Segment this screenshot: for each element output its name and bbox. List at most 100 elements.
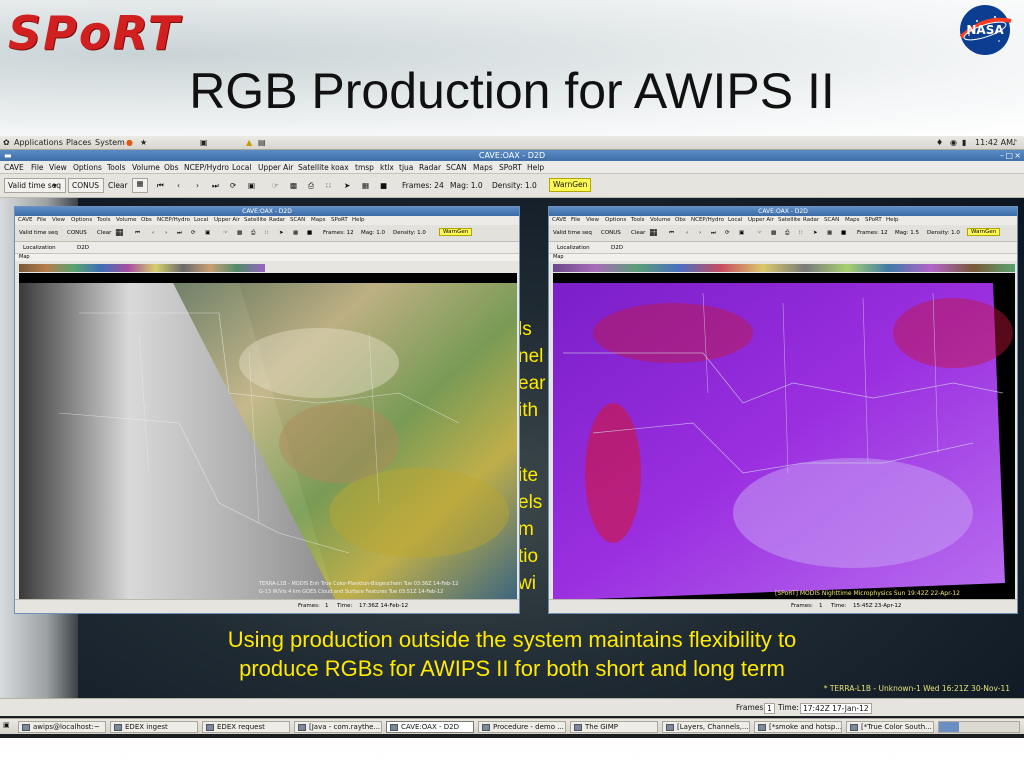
density-dropdown[interactable]: Density: 1.0	[927, 230, 960, 236]
menu-file[interactable]: File	[37, 217, 46, 223]
points-icon[interactable]: ∷	[326, 181, 331, 190]
menu-satellite[interactable]: Satellite	[244, 217, 267, 223]
taskbar-item[interactable]: EDEX ingest	[110, 721, 198, 733]
menu-obs[interactable]: Obs	[164, 163, 179, 172]
clock[interactable]: 11:42 AM	[975, 138, 1013, 147]
menu-help[interactable]: Help	[886, 217, 899, 223]
clear-button[interactable]: Clear	[97, 230, 111, 236]
menu-maps[interactable]: Maps	[311, 217, 325, 223]
menu-places[interactable]: Places	[66, 138, 91, 147]
cave-right-map[interactable]: [SPoRT] MODIS Nighttime Microphysics Sun…	[553, 273, 1015, 599]
loop-icon[interactable]: ⟳	[230, 181, 236, 190]
cursor-icon[interactable]: ➤	[344, 181, 350, 190]
menu-local[interactable]: Local	[194, 217, 208, 223]
menu-options[interactable]: Options	[605, 217, 626, 223]
menu-file[interactable]: File	[31, 163, 44, 172]
applications-icon[interactable]: ✿	[3, 138, 10, 147]
network-icon[interactable]: ◉	[950, 138, 957, 147]
lock-icon[interactable]: ▲	[246, 138, 252, 147]
tab-localization[interactable]: Localization	[557, 245, 590, 251]
taskbar-item[interactable]: awips@localhost:~	[18, 721, 106, 733]
taskbar-item[interactable]: [*smoke and hotsp...	[754, 721, 842, 733]
minimize-icon[interactable]: –	[1000, 150, 1004, 161]
show-desktop-icon[interactable]: ▣	[3, 721, 10, 729]
density-dropdown[interactable]: Density: 1.0	[492, 181, 537, 190]
taskbar-item-active[interactable]: CAVE:OAX - D2D	[386, 721, 474, 733]
battery-icon[interactable]: ▮	[962, 138, 966, 147]
tab-map[interactable]: Map	[553, 254, 564, 260]
pan-icon[interactable]: ☞	[757, 230, 762, 236]
last-frame-icon[interactable]: ⏭	[177, 230, 182, 237]
refresh-icon[interactable]: ▣	[205, 230, 210, 236]
taskbar-item[interactable]: Procedure - demo ...	[478, 721, 566, 733]
mag-dropdown[interactable]: Mag: 1.5	[895, 230, 919, 236]
print-icon[interactable]: ⎙	[785, 230, 789, 237]
menu-sport[interactable]: SPoRT	[331, 217, 348, 223]
menu-ncep-hydro[interactable]: NCEP/Hydro	[691, 217, 724, 223]
menu-file[interactable]: File	[571, 217, 580, 223]
terminal-icon[interactable]: ▣	[200, 138, 208, 147]
volume-icon[interactable]: ♪	[1012, 138, 1017, 147]
menu-view[interactable]: View	[49, 163, 67, 172]
menu-view[interactable]: View	[586, 217, 599, 223]
last-frame-icon[interactable]: ⏭	[212, 181, 219, 191]
workspace-switcher[interactable]	[938, 721, 1020, 733]
density-dropdown[interactable]: Density: 1.0	[393, 230, 426, 236]
taskbar-item[interactable]: The GIMP	[570, 721, 658, 733]
menu-scan[interactable]: SCAN	[824, 217, 839, 223]
menu-tools[interactable]: Tools	[631, 217, 645, 223]
warngen-button[interactable]: WarnGen	[549, 178, 592, 192]
maximize-icon[interactable]: □	[1005, 150, 1013, 161]
warngen-button[interactable]: WarnGen	[439, 228, 473, 236]
frames-dropdown[interactable]: Frames: 12	[857, 230, 888, 236]
prev-frame-icon[interactable]: ‹	[152, 230, 154, 236]
points-icon[interactable]: ∷	[265, 230, 269, 236]
menu-obs[interactable]: Obs	[675, 217, 686, 223]
prev-frame-icon[interactable]: ‹	[686, 230, 688, 236]
launcher-icon[interactable]: ★	[140, 138, 147, 147]
notes-icon[interactable]: ▤	[258, 138, 266, 147]
next-frame-icon[interactable]: ›	[165, 230, 167, 236]
menu-radar[interactable]: Radar	[419, 163, 441, 172]
menu-options[interactable]: Options	[73, 163, 102, 172]
next-frame-icon[interactable]: ›	[699, 230, 701, 236]
image-icon[interactable]: ▩	[290, 181, 297, 190]
print-icon[interactable]: ⎙	[308, 181, 314, 191]
menu-options[interactable]: Options	[71, 217, 92, 223]
refresh-icon[interactable]: ▣	[248, 181, 255, 190]
taskbar-item[interactable]: EDEX request	[202, 721, 290, 733]
taskbar-item[interactable]: [Java - com.raythe...	[294, 721, 382, 733]
firefox-icon[interactable]: ●	[126, 138, 133, 147]
print-icon[interactable]: ⎙	[251, 230, 255, 237]
menu-volume[interactable]: Volume	[650, 217, 670, 223]
zoom-icon[interactable]: ▦	[132, 178, 148, 193]
image-icon[interactable]: ▩	[771, 230, 776, 236]
blocks-icon[interactable]: ■	[380, 181, 387, 190]
tab-d2d[interactable]: D2D	[611, 245, 623, 251]
menu-volume[interactable]: Volume	[116, 217, 136, 223]
menu-satellite[interactable]: Satellite	[298, 163, 329, 172]
menu-ncep-hydro[interactable]: NCEP/Hydro	[184, 163, 229, 172]
frames-dropdown[interactable]: Frames: 24	[402, 181, 444, 190]
last-frame-icon[interactable]: ⏭	[711, 230, 716, 237]
menu-sport[interactable]: SPoRT	[499, 163, 522, 172]
menu-tjua[interactable]: tjua	[399, 163, 413, 172]
menu-cave[interactable]: CAVE	[18, 217, 33, 223]
window-menu-icon[interactable]: ▬	[4, 150, 12, 161]
menu-ktlx[interactable]: ktlx	[380, 163, 394, 172]
menu-radar[interactable]: Radar	[803, 217, 819, 223]
menu-cave[interactable]: CAVE	[552, 217, 567, 223]
grid-icon[interactable]: ▦	[362, 181, 369, 190]
points-icon[interactable]: ∷	[799, 230, 803, 236]
loop-icon[interactable]: ⟳	[725, 230, 730, 236]
menu-volume[interactable]: Volume	[132, 163, 160, 172]
time-mode-dropdown[interactable]: Valid time seq	[553, 230, 592, 236]
menu-upper-air[interactable]: Upper Air	[258, 163, 293, 172]
blocks-icon[interactable]: ■	[307, 230, 312, 236]
first-frame-icon[interactable]: ⏮	[669, 230, 674, 237]
tab-localization[interactable]: Localization	[23, 245, 56, 251]
taskbar-item[interactable]: [*True Color South...	[846, 721, 934, 733]
mag-dropdown[interactable]: Mag: 1.0	[450, 181, 483, 190]
menu-satellite[interactable]: Satellite	[778, 217, 801, 223]
menu-ncep-hydro[interactable]: NCEP/Hydro	[157, 217, 190, 223]
